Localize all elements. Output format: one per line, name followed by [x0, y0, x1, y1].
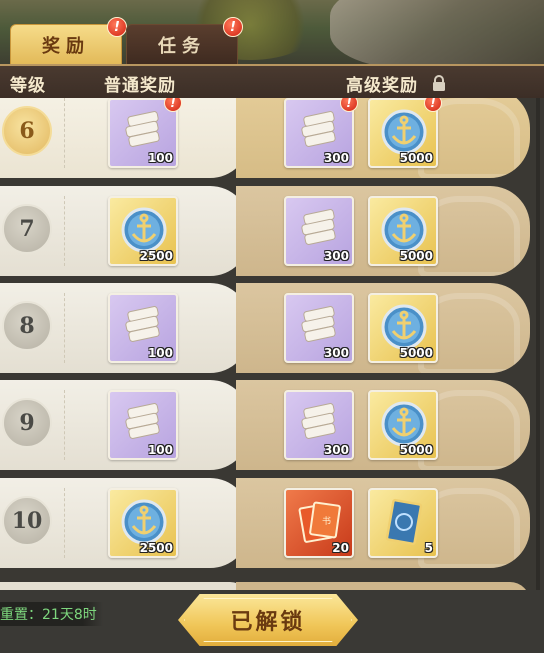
bottom-bar: 重置：21天8时 已解锁	[0, 590, 544, 653]
item-quantity: 5000	[399, 443, 433, 457]
reward-table-header: 等级 普通奖励 高级奖励	[0, 64, 544, 98]
reward-item[interactable]: 5000	[368, 293, 438, 363]
reward-row: 8 100 300 5000	[0, 283, 530, 373]
unlocked-button[interactable]: 已解锁	[178, 594, 358, 646]
alert-icon: !	[107, 17, 127, 37]
tab-tasks-label: 任务	[158, 36, 206, 57]
level-badge: 10	[2, 496, 52, 546]
item-quantity: 300	[323, 443, 349, 457]
divider	[64, 293, 65, 363]
scrollbar[interactable]	[536, 98, 540, 590]
level-badge: 6	[2, 106, 52, 156]
item-quantity: 100	[147, 346, 173, 360]
unlocked-button-label: 已解锁	[230, 610, 306, 635]
item-quantity: 5	[424, 541, 433, 555]
reward-row: 9 100 300 5000	[0, 380, 530, 470]
lock-icon	[433, 75, 445, 91]
item-quantity: 20	[332, 541, 349, 555]
reward-item[interactable]: 5000	[368, 390, 438, 460]
reward-item[interactable]: 300	[284, 293, 354, 363]
tab-rewards-label: 奖励	[42, 36, 90, 57]
reward-row: 6 100! 300! 5000!	[0, 98, 530, 178]
item-quantity: 100	[147, 151, 173, 165]
character-art	[330, 0, 544, 70]
reward-item[interactable]: 5000!	[368, 98, 442, 168]
reward-item[interactable]: 5000	[368, 196, 438, 266]
item-quantity: 5000	[399, 249, 433, 263]
level-badge: 7	[2, 204, 52, 254]
reward-item[interactable]: 100	[108, 293, 178, 363]
reward-item[interactable]: 300	[284, 196, 354, 266]
reward-row: 7 2500 300 5000	[0, 186, 530, 276]
svg-text:书: 书	[322, 516, 331, 527]
reward-item[interactable]: 书 20	[284, 488, 354, 558]
reward-item[interactable]: 300	[284, 390, 354, 460]
level-badge: 8	[2, 301, 52, 351]
reward-list[interactable]: 6 100! 300! 5000! 7 2500 300 5000 8 100 300 5000 9 10…	[0, 98, 544, 590]
reward-item[interactable]: 100	[108, 390, 178, 460]
reward-item[interactable]: 300!	[284, 98, 358, 168]
item-quantity: 5000	[399, 151, 433, 165]
item-quantity: 2500	[139, 541, 173, 555]
reset-timer: 重置：21天8时	[0, 602, 103, 626]
next-row-peek	[0, 582, 530, 590]
divider	[64, 196, 65, 266]
item-quantity: 300	[323, 346, 349, 360]
reward-row: 10 2500 书 20 5	[0, 478, 530, 568]
header-level: 等级	[10, 76, 46, 96]
reward-item[interactable]: 5	[368, 488, 438, 558]
header-premium-rewards: 高级奖励	[346, 76, 418, 96]
reward-item[interactable]: 2500	[108, 196, 178, 266]
reward-item[interactable]: 2500	[108, 488, 178, 558]
item-quantity: 300	[323, 249, 349, 263]
divider	[64, 390, 65, 460]
tab-tasks[interactable]: 任务 !	[126, 17, 243, 66]
item-quantity: 300	[323, 151, 349, 165]
tab-rewards[interactable]: 奖励 !	[10, 17, 127, 66]
item-quantity: 2500	[139, 249, 173, 263]
divider	[64, 98, 65, 168]
level-badge: 9	[2, 398, 52, 448]
header-normal-rewards: 普通奖励	[104, 76, 176, 96]
item-quantity: 100	[147, 443, 173, 457]
reward-item[interactable]: 100!	[108, 98, 182, 168]
divider	[64, 488, 65, 558]
alert-icon: !	[223, 17, 243, 37]
item-quantity: 5000	[399, 346, 433, 360]
